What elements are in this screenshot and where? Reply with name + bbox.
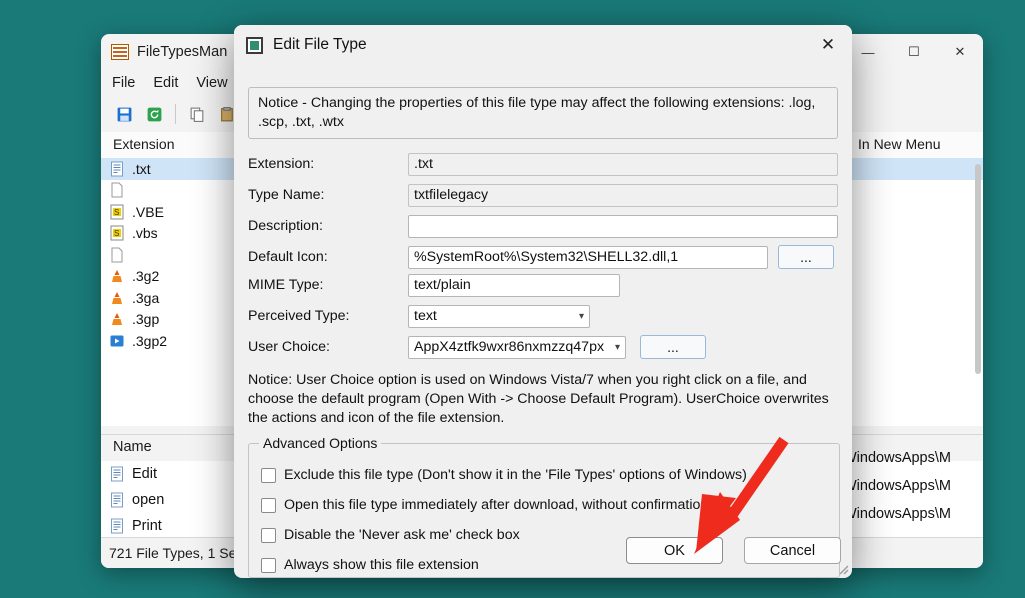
copy-icon[interactable]	[184, 101, 210, 127]
maximize-button[interactable]: ☐	[891, 34, 937, 70]
column-extension[interactable]: Extension	[113, 136, 174, 152]
list-item-label: .3ga	[132, 289, 160, 306]
checkbox-disable-never-ask-me[interactable]: Disable the 'Never ask me' check box	[261, 527, 520, 543]
blank-file-icon	[109, 182, 125, 198]
save-icon[interactable]	[111, 101, 137, 127]
field-label-extension: Extension:	[248, 156, 315, 172]
toolbar-separator	[175, 104, 176, 124]
checkbox-open-immediately[interactable]: Open this file type immediately after do…	[261, 497, 708, 513]
script-icon: S	[109, 225, 125, 241]
list-item-label: .3gp	[132, 311, 160, 328]
edit-file-type-dialog: Edit File Type ✕ Notice - Changing the p…	[234, 25, 852, 578]
script-icon: S	[109, 204, 125, 220]
close-button[interactable]: ✕	[937, 34, 983, 70]
checkbox-box[interactable]	[261, 497, 276, 513]
ok-button[interactable]: OK	[626, 537, 723, 564]
list-item-label: .3g2	[132, 268, 160, 285]
field-user-choice-row: User Choice: AppX4ztfk9wxr86nxmzzq47px ▾…	[248, 335, 838, 359]
field-perceived-type-row: Perceived Type: text ▾	[248, 304, 838, 328]
vlc-icon	[109, 290, 125, 306]
user-choice-browse-button[interactable]: ...	[640, 335, 706, 359]
field-type-name-row: Type Name:	[248, 183, 838, 207]
field-extension-row: Extension:	[248, 152, 838, 176]
window-controls: — ☐ ✕	[845, 34, 983, 70]
default-icon-input[interactable]	[408, 245, 768, 269]
advanced-options-legend: Advanced Options	[259, 435, 382, 451]
menu-edit[interactable]: Edit	[153, 75, 178, 91]
cancel-button[interactable]: Cancel	[744, 537, 841, 564]
field-label-user-choice: User Choice:	[248, 339, 331, 355]
perceived-type-select[interactable]: text ▾	[408, 304, 590, 328]
table-cell-name: Print	[132, 518, 162, 534]
chevron-down-icon: ▾	[578, 310, 584, 322]
checkbox-box[interactable]	[261, 527, 276, 543]
svg-text:S: S	[114, 229, 119, 238]
column-in-new-menu[interactable]: In New Menu	[858, 136, 940, 152]
user-choice-value: AppX4ztfk9wxr86nxmzzq47px	[414, 338, 605, 355]
notice-text: Notice - Changing the properties of this…	[248, 87, 838, 140]
refresh-icon[interactable]	[141, 101, 167, 127]
checkbox-label: Disable the 'Never ask me' check box	[284, 527, 520, 543]
table-cell-path: WindowsApps\M	[843, 506, 951, 522]
vlc-icon	[109, 268, 125, 284]
vlc-icon	[109, 311, 125, 327]
extension-list-scrollbar[interactable]	[975, 164, 981, 374]
dialog-close-icon[interactable]: ✕	[804, 25, 852, 65]
checkbox-label: Open this file type immediately after do…	[284, 497, 709, 513]
action-icon	[109, 518, 125, 534]
blank-file-icon	[109, 247, 125, 263]
action-icon	[109, 492, 125, 508]
column-name[interactable]: Name	[113, 439, 152, 455]
checkbox-label: Exclude this file type (Don't show it in…	[284, 467, 747, 483]
list-item-label: .VBE	[132, 203, 164, 220]
dialog-title: Edit File Type	[273, 36, 367, 53]
checkbox-exclude-file-type[interactable]: Exclude this file type (Don't show it in…	[261, 467, 747, 483]
type-name-input[interactable]	[408, 183, 838, 207]
list-item-label: .3gp2	[132, 332, 168, 349]
table-cell-name: Edit	[132, 466, 157, 482]
field-mime-type-row: MIME Type:	[248, 273, 838, 297]
field-label-description: Description:	[248, 218, 323, 234]
action-icon	[109, 466, 125, 482]
perceived-type-value: text	[414, 307, 437, 324]
dialog-titlebar: Edit File Type	[234, 25, 852, 65]
field-description-row: Description:	[248, 214, 838, 238]
app-title: FileTypesMan	[137, 44, 228, 60]
table-cell-path: WindowsApps\M	[843, 478, 951, 494]
extension-input[interactable]	[408, 152, 838, 176]
field-label-type-name: Type Name:	[248, 187, 325, 203]
menu-file[interactable]: File	[112, 75, 135, 91]
movies-icon	[109, 333, 125, 349]
field-label-perceived-type: Perceived Type:	[248, 308, 350, 324]
chevron-down-icon: ▾	[614, 341, 620, 353]
field-label-mime-type: MIME Type:	[248, 277, 324, 293]
list-item-label: .txt	[132, 160, 151, 177]
table-cell-path: WindowsApps\M	[843, 450, 951, 466]
filetypesman-icon	[111, 44, 129, 60]
user-choice-notice: Notice: User Choice option is used on Wi…	[248, 372, 829, 426]
resize-grip-icon[interactable]	[837, 563, 849, 575]
default-icon-browse-button[interactable]: ...	[778, 245, 834, 269]
mime-type-input[interactable]	[408, 273, 620, 297]
field-default-icon-row: Default Icon: ...	[248, 245, 838, 269]
field-label-default-icon: Default Icon:	[248, 249, 328, 265]
checkbox-box[interactable]	[261, 467, 276, 483]
edit-file-type-icon	[246, 36, 263, 54]
checkbox-always-show-extension[interactable]: Always show this file extension	[261, 557, 479, 573]
description-input[interactable]	[408, 214, 838, 238]
checkbox-label: Always show this file extension	[284, 557, 479, 573]
user-choice-select[interactable]: AppX4ztfk9wxr86nxmzzq47px ▾	[408, 335, 626, 359]
list-item-label: .vbs	[132, 225, 158, 242]
status-text: 721 File Types, 1 Sele	[109, 545, 248, 561]
checkbox-box[interactable]	[261, 557, 276, 573]
menu-view[interactable]: View	[196, 75, 227, 91]
text-file-icon	[109, 161, 125, 177]
svg-text:S: S	[114, 208, 119, 217]
table-cell-name: open	[132, 492, 165, 508]
